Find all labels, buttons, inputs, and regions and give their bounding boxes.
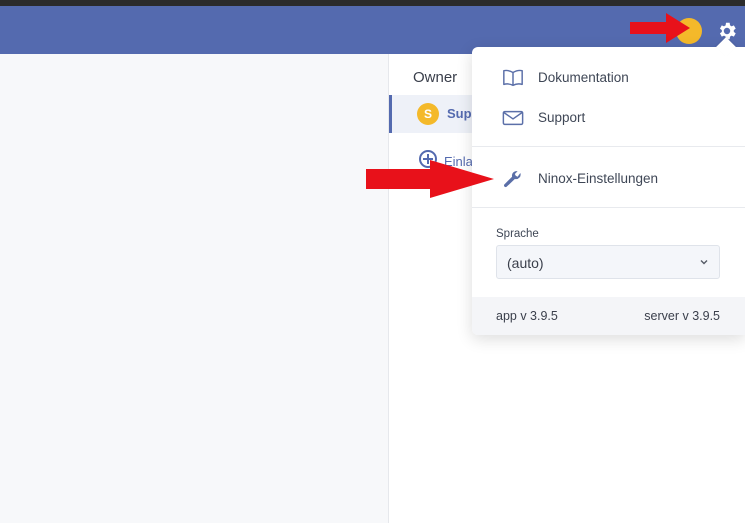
wrench-icon (504, 171, 521, 188)
book-icon (503, 69, 523, 87)
annotation-arrow-top (630, 13, 690, 43)
owner-name: Sup (447, 106, 472, 121)
menu-divider (472, 146, 745, 147)
settings-dropdown-menu: Dokumentation Support Ninox-Einstellunge… (472, 47, 745, 335)
menu-item-label: Ninox-Einstellungen (538, 171, 659, 186)
menu-item-label: Dokumentation (538, 70, 629, 85)
language-label: Sprache (496, 228, 539, 240)
language-select[interactable]: (auto) (496, 245, 720, 279)
menu-item-documentation[interactable]: Dokumentation (472, 58, 745, 98)
owner-avatar: S (417, 103, 439, 125)
app-version: app v 3.9.5 (496, 309, 558, 323)
mail-icon (502, 110, 524, 126)
menu-item-label: Support (538, 110, 586, 125)
language-select-value: (auto) (507, 255, 544, 271)
main-content-area (0, 54, 389, 523)
owner-heading: Owner (413, 69, 458, 86)
menu-item-support[interactable]: Support (472, 98, 745, 138)
menu-divider (472, 207, 745, 208)
server-version: server v 3.9.5 (644, 309, 720, 323)
menu-item-ninox-settings[interactable]: Ninox-Einstellungen (472, 159, 745, 199)
chevron-down-icon (700, 260, 708, 265)
version-footer: app v 3.9.5 server v 3.9.5 (472, 297, 745, 335)
annotation-arrow-settings (366, 160, 494, 198)
